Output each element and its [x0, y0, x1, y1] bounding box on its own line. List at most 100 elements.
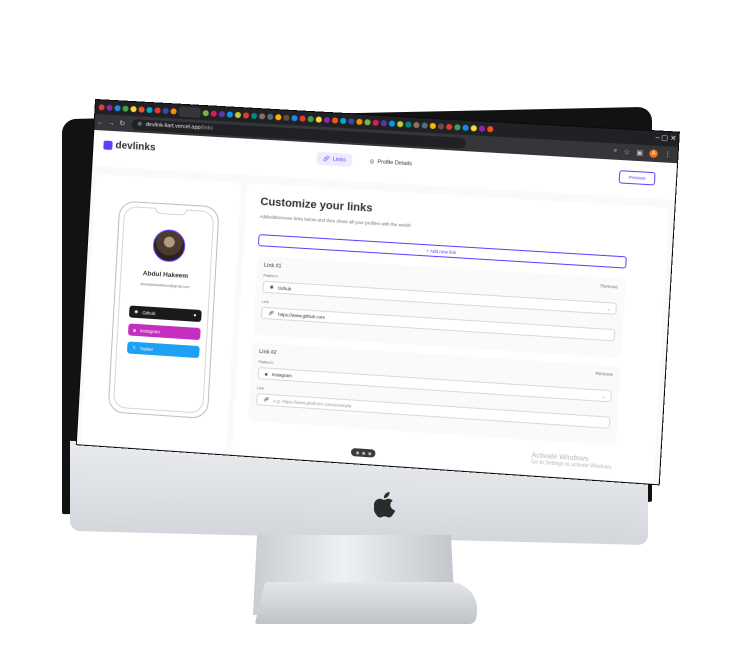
link-icon: 🔗︎ [322, 155, 330, 163]
tab-links[interactable]: 🔗︎ Links [316, 151, 353, 167]
browser-tab-active[interactable] [178, 106, 201, 118]
minimize-icon[interactable]: – [655, 133, 660, 142]
remove-link-button[interactable]: Remove [600, 283, 618, 289]
preview-button[interactable]: Preview [618, 170, 656, 186]
profile-email: abdulabdulhakeem@gmail.com [140, 282, 190, 290]
browser-tab-favicon[interactable] [218, 110, 226, 118]
platform-value: Instagram [271, 371, 293, 378]
devlinks-logo-icon [103, 140, 113, 151]
browser-tab-favicon[interactable] [210, 110, 217, 117]
browser-tab-favicon[interactable] [486, 125, 494, 133]
browser-tab-favicon[interactable] [405, 121, 412, 128]
browser-tab-favicon[interactable] [470, 125, 478, 132]
browser-tab-favicon[interactable] [454, 124, 461, 131]
browser-tab-favicon[interactable] [291, 114, 298, 122]
chevron-down-icon: ⌄ [601, 393, 606, 399]
browser-tab-favicon[interactable] [234, 111, 242, 119]
browser-tab-favicon[interactable] [396, 120, 404, 128]
phone-screen: Abdul Hakeem abdulabdulhakeem@gmail.com … [112, 205, 215, 414]
preview-link-label: Github [142, 309, 156, 316]
link-editor-1: Link #1 Remove Platform ◉ Github ⌄ Link … [252, 256, 626, 359]
platform-label: Platform [258, 360, 273, 365]
link-input[interactable]: 🔗︎ https://www.github.com [260, 306, 616, 342]
platform-value: Github [277, 285, 292, 292]
reload-icon[interactable]: ↻ [117, 119, 128, 128]
app-page: devlinks 🔗︎ Links ◎ Profile Details Prev… [76, 129, 678, 485]
browser-tab-favicon[interactable] [331, 117, 339, 124]
browser-tab-favicon[interactable] [339, 117, 347, 125]
tab-profile-details[interactable]: ◎ Profile Details [363, 154, 419, 170]
browser-tab-favicon[interactable] [258, 113, 266, 120]
browser-tab-favicon[interactable] [106, 104, 113, 111]
back-icon[interactable]: ← [95, 118, 106, 126]
arrow-right-icon: ● [193, 312, 197, 319]
phone-preview-card: Abdul Hakeem abdulabdulhakeem@gmail.com … [80, 174, 242, 454]
logo-text: devlinks [115, 140, 156, 154]
profile-name: Abdul Hakeem [142, 270, 189, 281]
link-label: Link [261, 299, 270, 305]
forward-icon[interactable]: → [106, 119, 117, 127]
browser-tab-favicon[interactable] [429, 122, 437, 130]
browser-tab-favicon[interactable] [122, 105, 129, 112]
browser-tab-favicon[interactable] [170, 108, 177, 115]
browser-tab-favicon[interactable] [478, 125, 486, 132]
browser-tab-favicon[interactable] [372, 119, 379, 126]
search-icon[interactable]: ⌕ [613, 147, 617, 155]
browser-tab-favicon[interactable] [283, 114, 290, 121]
browser-tab-favicon[interactable] [130, 105, 137, 113]
preview-link-label: Twitter [139, 345, 154, 352]
scroll-indicator[interactable] [350, 447, 376, 458]
browser-tab-favicon[interactable] [98, 104, 105, 111]
browser-tab-favicon[interactable] [146, 106, 153, 114]
browser-tab-favicon[interactable] [356, 118, 363, 126]
browser-tab-favicon[interactable] [348, 118, 355, 125]
links-editor-card: Customize your links Add/edit/remove lin… [232, 183, 670, 483]
instagram-icon: ◙ [133, 327, 137, 333]
extensions-icon[interactable]: ▣ [636, 149, 643, 158]
browser-tab-favicon[interactable] [315, 116, 323, 123]
logo[interactable]: devlinks [103, 140, 156, 154]
browser-tab-favicon[interactable] [388, 120, 396, 127]
browser-tab-favicon[interactable] [250, 112, 258, 120]
url-path: /links [200, 124, 214, 132]
maximize-icon[interactable]: ▢ [661, 134, 668, 144]
browser-tab-favicon[interactable] [437, 123, 445, 130]
browser-tab-favicon[interactable] [364, 119, 371, 126]
browser-tab-favicon[interactable] [307, 115, 314, 123]
browser-tab-favicon[interactable] [242, 112, 250, 119]
preview-link-label: Instagram [139, 327, 161, 334]
phone-mockup: Abdul Hakeem abdulabdulhakeem@gmail.com … [107, 200, 220, 420]
browser-tab-favicon[interactable] [299, 115, 306, 122]
browser-tab-favicon[interactable] [323, 116, 331, 124]
page-subtitle: Add/edit/remove links below and then sha… [259, 213, 411, 229]
bookmark-star-icon[interactable]: ☆ [623, 148, 630, 156]
remove-link-button[interactable]: Remove [595, 371, 613, 377]
preview-link-instagram[interactable]: ◙ Instagram [127, 323, 201, 341]
link-value: https://www.github.com [277, 311, 326, 320]
menu-dots-icon[interactable]: ⋮ [664, 150, 672, 159]
browser-tab-favicon[interactable] [413, 121, 420, 129]
browser-tab-favicon[interactable] [162, 107, 169, 115]
instagram-icon: ◙ [264, 371, 268, 377]
profile-avatar[interactable]: A [649, 149, 658, 159]
browser-tab-favicon[interactable] [380, 120, 388, 127]
browser-tab-favicon[interactable] [138, 106, 145, 113]
browser-tab-favicon[interactable] [275, 114, 282, 121]
browser-tab-favicon[interactable] [267, 113, 274, 120]
browser-tab-favicon[interactable] [226, 111, 234, 118]
browser-tab-favicon[interactable] [114, 105, 121, 112]
link-title: Link #1 [263, 262, 282, 270]
imac-stand-foot [254, 582, 486, 624]
link-label: Link [256, 386, 265, 391]
browser-tab-favicon[interactable] [202, 110, 209, 117]
browser-tab-favicon[interactable] [462, 124, 469, 132]
close-icon[interactable]: ✕ [670, 134, 677, 144]
preview-link-github[interactable]: ◉ Github ● [128, 305, 202, 323]
browser-tab-favicon[interactable] [154, 107, 161, 114]
preview-link-twitter[interactable]: 𝕏 Twitter [126, 341, 200, 359]
user-circle-icon: ◎ [369, 158, 375, 165]
link-editor-2: Link #2 Remove Platform ◙ Instagram ⌄ Li… [248, 342, 621, 446]
site-info-icon[interactable]: ⚙ [137, 121, 143, 127]
browser-tab-favicon[interactable] [445, 123, 453, 131]
browser-tab-favicon[interactable] [421, 122, 428, 129]
